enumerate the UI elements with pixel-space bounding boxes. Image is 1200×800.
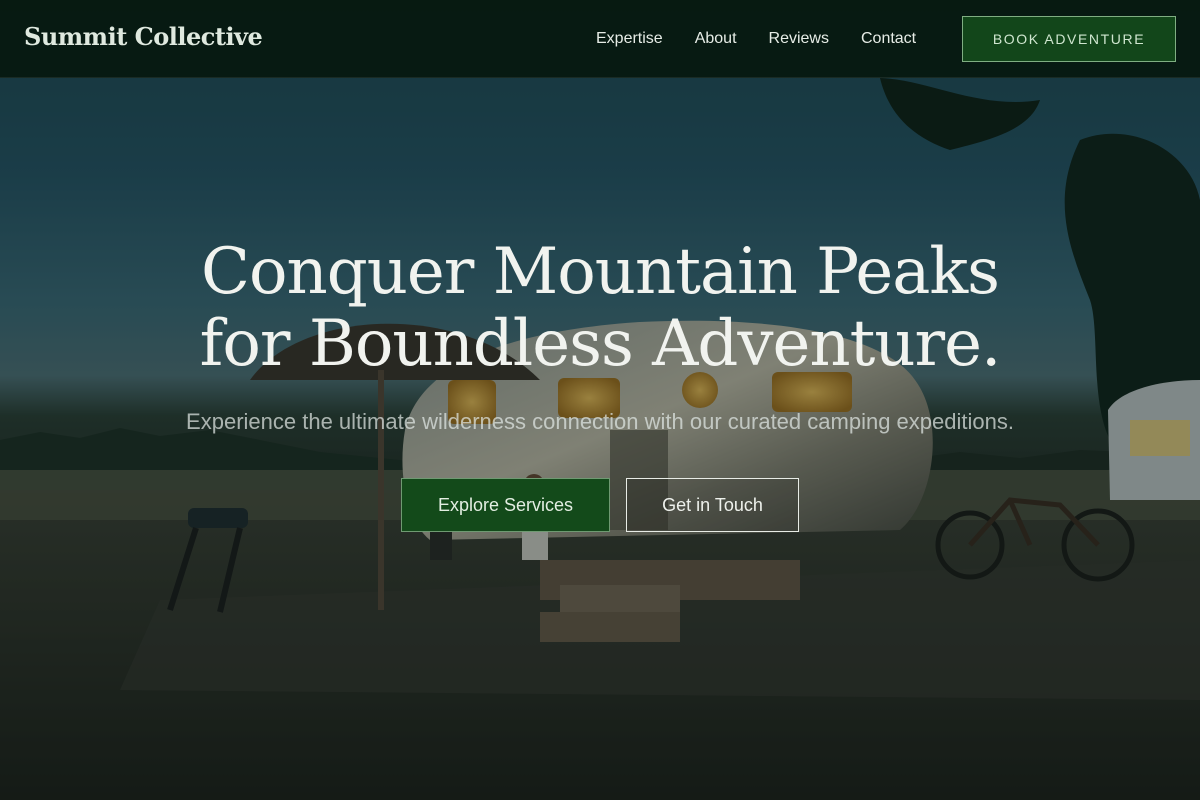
hero-title-line-2: for Boundless Adventure. — [199, 307, 1002, 381]
book-adventure-button[interactable]: BOOK ADVENTURE — [962, 16, 1176, 62]
hero-actions: Explore Services Get in Touch — [0, 478, 1200, 532]
nav-link-reviews[interactable]: Reviews — [769, 29, 829, 49]
navbar: Summit Collective Expertise About Review… — [0, 0, 1200, 78]
explore-services-button[interactable]: Explore Services — [401, 478, 610, 532]
nav-link-expertise[interactable]: Expertise — [596, 29, 663, 49]
hero-title-line-1: Conquer Mountain Peaks — [201, 235, 1000, 309]
nav-link-about[interactable]: About — [695, 29, 737, 49]
nav-link-contact[interactable]: Contact — [861, 29, 916, 49]
hero-subtitle: Experience the ultimate wilderness conne… — [186, 409, 1014, 434]
landing-page: Summit Collective Expertise About Review… — [0, 0, 1200, 800]
brand-logo[interactable]: Summit Collective — [24, 22, 263, 51]
hero-title: Conquer Mountain Peaks for Boundless Adv… — [150, 236, 1050, 380]
get-in-touch-button[interactable]: Get in Touch — [626, 478, 799, 532]
hero-content: Conquer Mountain Peaks for Boundless Adv… — [0, 236, 1200, 532]
nav-links: Expertise About Reviews Contact — [596, 29, 916, 49]
